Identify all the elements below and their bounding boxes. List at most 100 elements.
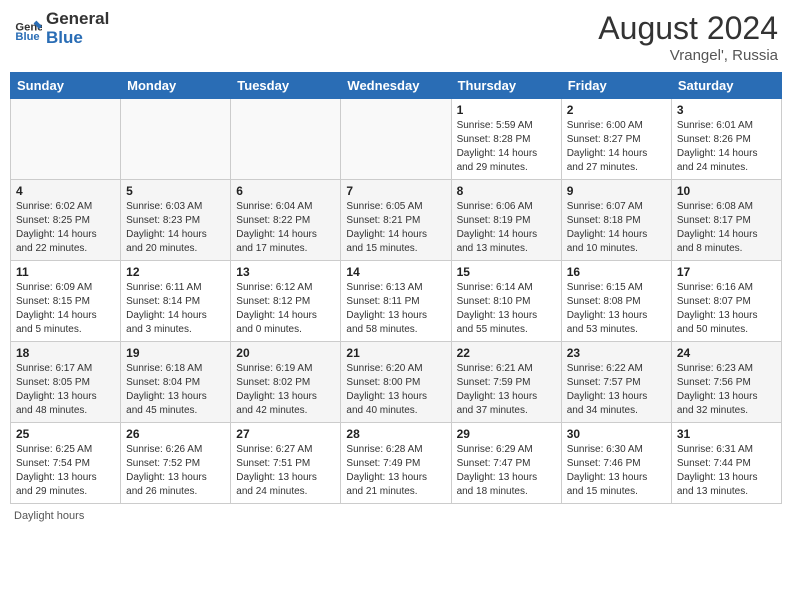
day-info: Sunrise: 6:04 AM Sunset: 8:22 PM Dayligh… — [236, 200, 335, 256]
day-info: Sunrise: 6:30 AM Sunset: 7:46 PM Dayligh… — [567, 443, 666, 499]
day-info: Sunrise: 6:25 AM Sunset: 7:54 PM Dayligh… — [16, 443, 115, 499]
week-row-3: 11Sunrise: 6:09 AM Sunset: 8:15 PM Dayli… — [11, 261, 782, 342]
day-cell: 27 Sunrise: 6:27 AM Sunset: 7:51 PM Dayli… — [231, 423, 341, 504]
day-cell — [341, 99, 451, 180]
day-number: 18 — [16, 346, 115, 360]
day-info: Sunrise: 6:28 AM Sunset: 7:49 PM Dayligh… — [346, 443, 445, 499]
page-header: General Blue General Blue August 2024 Vr… — [10, 10, 782, 64]
day-cell: 29 Sunrise: 6:29 AM Sunset: 7:47 PM Dayli… — [451, 423, 561, 504]
col-header-wednesday: Wednesday — [341, 73, 451, 99]
day-info: Sunrise: 6:27 AM Sunset: 7:51 PM Dayligh… — [236, 443, 335, 499]
day-cell: 19Sunrise: 6:18 AM Sunset: 8:04 PM Dayli… — [121, 342, 231, 423]
day-number: 17 — [677, 265, 776, 279]
day-info: Sunrise: 6:21 AM Sunset: 7:59 PM Dayligh… — [457, 362, 556, 418]
day-number: 1 — [457, 103, 556, 117]
day-info: Sunrise: 6:03 AM Sunset: 8:23 PM Dayligh… — [126, 200, 225, 256]
day-cell: 8Sunrise: 6:06 AM Sunset: 8:19 PM Daylig… — [451, 180, 561, 261]
day-number: 21 — [346, 346, 445, 360]
day-info: Sunrise: 6:01 AM Sunset: 8:26 PM Dayligh… — [677, 119, 776, 175]
day-cell: 22 Sunrise: 6:21 AM Sunset: 7:59 PM Dayli… — [451, 342, 561, 423]
day-cell: 14Sunrise: 6:13 AM Sunset: 8:11 PM Dayli… — [341, 261, 451, 342]
day-cell: 21 Sunrise: 6:20 AM Sunset: 8:00 PM Dayli… — [341, 342, 451, 423]
day-cell: 24 Sunrise: 6:23 AM Sunset: 7:56 PM Dayli… — [671, 342, 781, 423]
day-info: Sunrise: 5:59 AM Sunset: 8:28 PM Dayligh… — [457, 119, 556, 175]
header-row: SundayMondayTuesdayWednesdayThursdayFrid… — [11, 73, 782, 99]
day-cell: 25 Sunrise: 6:25 AM Sunset: 7:54 PM Dayli… — [11, 423, 121, 504]
col-header-saturday: Saturday — [671, 73, 781, 99]
week-row-2: 4 Sunrise: 6:02 AM Sunset: 8:25 PM Daylig… — [11, 180, 782, 261]
day-number: 4 — [16, 184, 115, 198]
day-info: Sunrise: 6:19 AM Sunset: 8:02 PM Dayligh… — [236, 362, 335, 418]
day-info: Sunrise: 6:20 AM Sunset: 8:00 PM Dayligh… — [346, 362, 445, 418]
col-header-tuesday: Tuesday — [231, 73, 341, 99]
col-header-thursday: Thursday — [451, 73, 561, 99]
day-info: Sunrise: 6:18 AM Sunset: 8:04 PM Dayligh… — [126, 362, 225, 418]
day-info: Sunrise: 6:16 AM Sunset: 8:07 PM Dayligh… — [677, 281, 776, 337]
day-info: Sunrise: 6:31 AM Sunset: 7:44 PM Dayligh… — [677, 443, 776, 499]
logo: General Blue General Blue — [14, 10, 109, 47]
day-cell: 4 Sunrise: 6:02 AM Sunset: 8:25 PM Daylig… — [11, 180, 121, 261]
logo-general: General — [46, 10, 109, 29]
day-info: Sunrise: 6:29 AM Sunset: 7:47 PM Dayligh… — [457, 443, 556, 499]
day-number: 20 — [236, 346, 335, 360]
day-number: 13 — [236, 265, 335, 279]
day-info: Sunrise: 6:14 AM Sunset: 8:10 PM Dayligh… — [457, 281, 556, 337]
day-number: 12 — [126, 265, 225, 279]
day-cell: 13 Sunrise: 6:12 AM Sunset: 8:12 PM Dayli… — [231, 261, 341, 342]
day-number: 8 — [457, 184, 556, 198]
day-number: 31 — [677, 427, 776, 441]
day-cell: 2Sunrise: 6:00 AM Sunset: 8:27 PM Daylig… — [561, 99, 671, 180]
day-cell: 6 Sunrise: 6:04 AM Sunset: 8:22 PM Daylig… — [231, 180, 341, 261]
col-header-monday: Monday — [121, 73, 231, 99]
day-cell: 7 Sunrise: 6:05 AM Sunset: 8:21 PM Daylig… — [341, 180, 451, 261]
day-info: Sunrise: 6:26 AM Sunset: 7:52 PM Dayligh… — [126, 443, 225, 499]
day-cell — [121, 99, 231, 180]
day-cell: 26Sunrise: 6:26 AM Sunset: 7:52 PM Dayli… — [121, 423, 231, 504]
month-year: August 2024 — [598, 10, 778, 47]
day-cell — [231, 99, 341, 180]
day-info: Sunrise: 6:23 AM Sunset: 7:56 PM Dayligh… — [677, 362, 776, 418]
day-number: 25 — [16, 427, 115, 441]
day-number: 30 — [567, 427, 666, 441]
week-row-5: 25 Sunrise: 6:25 AM Sunset: 7:54 PM Dayli… — [11, 423, 782, 504]
day-number: 15 — [457, 265, 556, 279]
day-cell: 30 Sunrise: 6:30 AM Sunset: 7:46 PM Dayli… — [561, 423, 671, 504]
day-info: Sunrise: 6:02 AM Sunset: 8:25 PM Dayligh… — [16, 200, 115, 256]
day-info: Sunrise: 6:15 AM Sunset: 8:08 PM Dayligh… — [567, 281, 666, 337]
location: Vrangel', Russia — [598, 47, 778, 64]
col-header-friday: Friday — [561, 73, 671, 99]
day-number: 10 — [677, 184, 776, 198]
footer-note: Daylight hours — [10, 510, 782, 522]
day-cell: 3Sunrise: 6:01 AM Sunset: 8:26 PM Daylig… — [671, 99, 781, 180]
col-header-sunday: Sunday — [11, 73, 121, 99]
week-row-1: 1 Sunrise: 5:59 AM Sunset: 8:28 PM Daylig… — [11, 99, 782, 180]
logo-blue: Blue — [46, 29, 109, 48]
week-row-4: 18 Sunrise: 6:17 AM Sunset: 8:05 PM Dayli… — [11, 342, 782, 423]
day-cell: 11Sunrise: 6:09 AM Sunset: 8:15 PM Dayli… — [11, 261, 121, 342]
day-cell: 9Sunrise: 6:07 AM Sunset: 8:18 PM Daylig… — [561, 180, 671, 261]
day-number: 27 — [236, 427, 335, 441]
day-number: 24 — [677, 346, 776, 360]
day-number: 7 — [346, 184, 445, 198]
day-info: Sunrise: 6:05 AM Sunset: 8:21 PM Dayligh… — [346, 200, 445, 256]
svg-text:Blue: Blue — [15, 31, 39, 43]
day-number: 6 — [236, 184, 335, 198]
day-info: Sunrise: 6:08 AM Sunset: 8:17 PM Dayligh… — [677, 200, 776, 256]
day-number: 2 — [567, 103, 666, 117]
day-info: Sunrise: 6:17 AM Sunset: 8:05 PM Dayligh… — [16, 362, 115, 418]
day-number: 5 — [126, 184, 225, 198]
day-cell: 12 Sunrise: 6:11 AM Sunset: 8:14 PM Dayli… — [121, 261, 231, 342]
day-cell: 31 Sunrise: 6:31 AM Sunset: 7:44 PM Dayli… — [671, 423, 781, 504]
day-number: 11 — [16, 265, 115, 279]
day-cell: 15 Sunrise: 6:14 AM Sunset: 8:10 PM Dayli… — [451, 261, 561, 342]
day-number: 28 — [346, 427, 445, 441]
day-cell: 28 Sunrise: 6:28 AM Sunset: 7:49 PM Dayli… — [341, 423, 451, 504]
day-number: 29 — [457, 427, 556, 441]
day-cell: 17 Sunrise: 6:16 AM Sunset: 8:07 PM Dayli… — [671, 261, 781, 342]
logo-icon: General Blue — [14, 15, 42, 43]
day-number: 22 — [457, 346, 556, 360]
day-number: 9 — [567, 184, 666, 198]
day-cell: 5 Sunrise: 6:03 AM Sunset: 8:23 PM Daylig… — [121, 180, 231, 261]
day-info: Sunrise: 6:12 AM Sunset: 8:12 PM Dayligh… — [236, 281, 335, 337]
day-info: Sunrise: 6:11 AM Sunset: 8:14 PM Dayligh… — [126, 281, 225, 337]
